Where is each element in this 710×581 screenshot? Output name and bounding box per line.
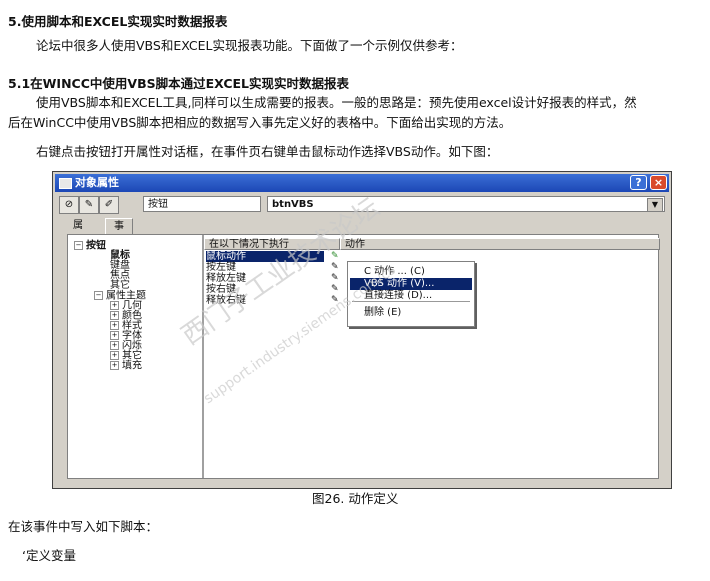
collapse-icon[interactable]: − [94,291,103,300]
dialog-title: 对象属性 [75,176,119,189]
object-properties-screenshot: 对象属性 ? × ⊘ ✎ ✐ 按钮 btnVBS ▼ 属性 事件 −按钮 鼠标 … [52,171,672,489]
paste-properties-icon[interactable]: ✐ [99,196,119,214]
action-pencil-icon[interactable]: ✎ [331,284,341,294]
copy-properties-icon[interactable]: ✎ [79,196,99,214]
instruction-paragraph: 右键点击按钮打开属性对话框，在事件页右键单击鼠标动作选择VBS动作。如下图： [36,144,499,159]
expand-icon[interactable]: + [110,301,119,310]
tree-item-other[interactable]: 其它 [110,281,130,291]
section-heading-5-1: 5.1在WINCC中使用VBS脚本通过EXCEL实现实时数据报表 [8,76,350,91]
tree-root[interactable]: − 按钮 [74,241,106,252]
tab-events[interactable]: 事件 [105,218,133,248]
code-comment-define-variables: ‘定义变量 [22,548,76,563]
expand-icon[interactable]: + [110,311,119,320]
expand-icon[interactable]: + [110,361,119,370]
chevron-down-icon[interactable]: ▼ [647,198,663,212]
close-button[interactable]: × [650,175,667,190]
figure-caption: 图26. 动作定义 [312,491,399,506]
method-paragraph-line2: 后在WinCC中使用VBS脚本把相应的数据写入事先定义好的表格中。下面给出实现的… [8,115,512,130]
collapse-icon[interactable]: − [74,241,83,250]
tree-sub-fill[interactable]: + 填充 [110,361,142,372]
method-paragraph-line1: 使用VBS脚本和EXCEL工具,同样可以生成需要的报表。一般的思路是：预先使用e… [36,95,637,110]
object-type-field: 按钮 [143,196,261,212]
expand-icon[interactable]: + [110,321,119,330]
object-name-value: btnVBS [272,199,314,210]
window-icon [59,178,72,189]
menu-separator [352,301,470,302]
menu-delete[interactable]: 删除 (E) [350,307,472,319]
section-heading-5: 5.使用脚本和EXCEL实现实时数据报表 [8,14,228,29]
pin-icon[interactable]: ⊘ [59,196,79,214]
help-button[interactable]: ? [630,175,647,190]
tab-properties[interactable]: 属性 [65,218,91,247]
intro-paragraph: 论坛中很多人使用VBS和EXCEL实现报表功能。下面做了一个示例仅供参考： [36,38,463,53]
object-name-dropdown[interactable]: btnVBS ▼ [267,196,665,212]
event-tree: − 按钮 鼠标 键盘 焦点 其它 − 属性主题 + 几何 + 颜色 + 样式 + 字体 + 闪… [68,235,204,478]
expand-icon[interactable]: + [110,351,119,360]
column-header-action[interactable]: 动作 [340,238,660,250]
action-pencil-icon[interactable]: ✎ [331,262,341,272]
script-intro: 在该事件中写入如下脚本： [8,519,159,534]
action-pencil-icon[interactable]: ✎ [331,273,341,283]
expand-icon[interactable]: + [110,331,119,340]
expand-icon[interactable]: + [110,341,119,350]
